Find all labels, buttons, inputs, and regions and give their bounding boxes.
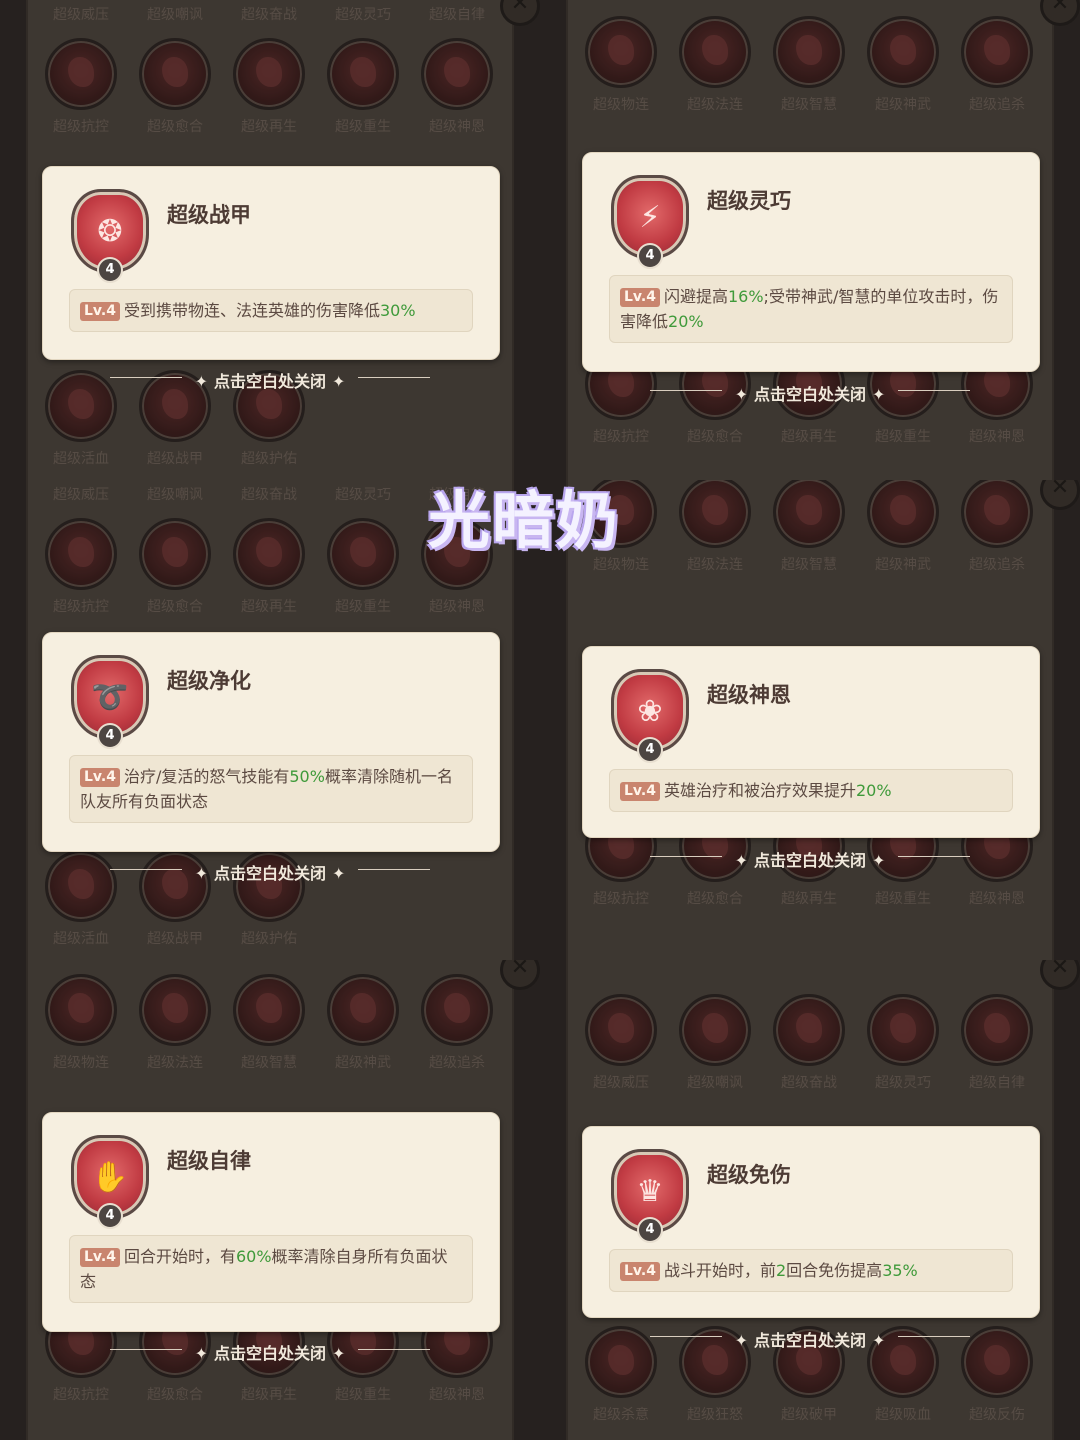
skill-title: 超级自律 [167, 1149, 251, 1173]
skill-title: 超级神恩 [707, 683, 791, 707]
skill-description: Lv.4 治疗/复活的怒气技能有50%概率清除随机一名队友所有负面状态 [69, 755, 473, 823]
level-badge: Lv.4 [620, 288, 660, 307]
purify-icon: ➰ 4 [71, 655, 149, 749]
level-badge: Lv.4 [80, 1248, 120, 1267]
skill-panel-5: ✕ 超级物连 超级法连 超级智慧 超级神武 超级追杀 超级抗控 超级愈合 超级再… [0, 960, 540, 1440]
skill-panel-2: ✕ 超级物连 超级法连 超级智慧 超级神武 超级追杀 超级抗控 超级愈合 超级再… [540, 0, 1080, 480]
level-number: 4 [637, 737, 663, 763]
skill-description: Lv.4 英雄治疗和被治疗效果提升20% [609, 769, 1013, 812]
skill-title: 超级净化 [167, 669, 251, 693]
level-badge: Lv.4 [620, 1262, 660, 1281]
tap-to-close-hint[interactable]: ✦ 点击空白处关闭 ✦ [650, 1327, 970, 1351]
skill-detail-card: ♛ 4 超级免伤 Lv.4 战斗开始时，前2回合免伤提高35% [582, 1126, 1040, 1318]
tap-to-close-hint[interactable]: ✦ 点击空白处关闭 ✦ [110, 1340, 430, 1364]
tap-to-close-hint[interactable]: ✦ 点击空白处关闭 ✦ [110, 860, 430, 884]
skill-panel-4: ✕ 超级物连 超级法连 超级智慧 超级神武 超级追杀 超级抗控 超级愈合 超级再… [540, 480, 1080, 960]
level-number: 4 [637, 1217, 663, 1243]
level-badge: Lv.4 [80, 768, 120, 787]
tap-to-close-hint[interactable]: ✦ 点击空白处关闭 ✦ [650, 847, 970, 871]
skill-title: 超级免伤 [707, 1163, 791, 1187]
skill-description: Lv.4 闪避提高16%;受带神武/智慧的单位攻击时，伤害降低20% [609, 275, 1013, 343]
agility-icon: ⚡ 4 [611, 175, 689, 269]
skill-title: 超级灵巧 [707, 189, 791, 213]
skill-description: Lv.4 回合开始时，有60%概率清除自身所有负面状态 [69, 1235, 473, 1303]
level-number: 4 [97, 1203, 123, 1229]
skill-description: Lv.4 受到携带物连、法连英雄的伤害降低30% [69, 289, 473, 332]
armor-icon: ❂ 4 [71, 189, 149, 283]
skill-detail-card: ❀ 4 超级神恩 Lv.4 英雄治疗和被治疗效果提升20% [582, 646, 1040, 838]
skill-detail-card: ✋ 4 超级自律 Lv.4 回合开始时，有60%概率清除自身所有负面状态 [42, 1112, 500, 1332]
skill-detail-card: ➰ 4 超级净化 Lv.4 治疗/复活的怒气技能有50%概率清除随机一名队友所有负面… [42, 632, 500, 852]
skill-detail-card: ⚡ 4 超级灵巧 Lv.4 闪避提高16%;受带神武/智慧的单位攻击时，伤害降低20… [582, 152, 1040, 372]
skill-description: Lv.4 战斗开始时，前2回合免伤提高35% [609, 1249, 1013, 1292]
lotus-icon: ❀ 4 [611, 669, 689, 763]
skill-detail-card: ❂ 4 超级战甲 Lv.4 受到携带物连、法连英雄的伤害降低30% [42, 166, 500, 360]
tap-to-close-hint[interactable]: ✦ 点击空白处关闭 ✦ [110, 368, 430, 392]
level-badge: Lv.4 [80, 302, 120, 321]
level-number: 4 [97, 723, 123, 749]
level-badge: Lv.4 [620, 782, 660, 801]
watermark-text: 光暗奶 [428, 484, 621, 557]
discipline-icon: ✋ 4 [71, 1135, 149, 1229]
tap-to-close-hint[interactable]: ✦ 点击空白处关闭 ✦ [650, 381, 970, 405]
level-number: 4 [97, 257, 123, 283]
immunity-icon: ♛ 4 [611, 1149, 689, 1243]
skill-panel-1: ✕ 超级威压 超级嘲讽 超级奋战 超级灵巧 超级自律 超级抗控 超级愈合 超级再… [0, 0, 540, 480]
skill-title: 超级战甲 [167, 203, 251, 227]
level-number: 4 [637, 243, 663, 269]
skill-panel-6: ✕ 超级威压 超级嘲讽 超级奋战 超级灵巧 超级自律 超级杀意 超级狂怒 超级破… [540, 960, 1080, 1440]
